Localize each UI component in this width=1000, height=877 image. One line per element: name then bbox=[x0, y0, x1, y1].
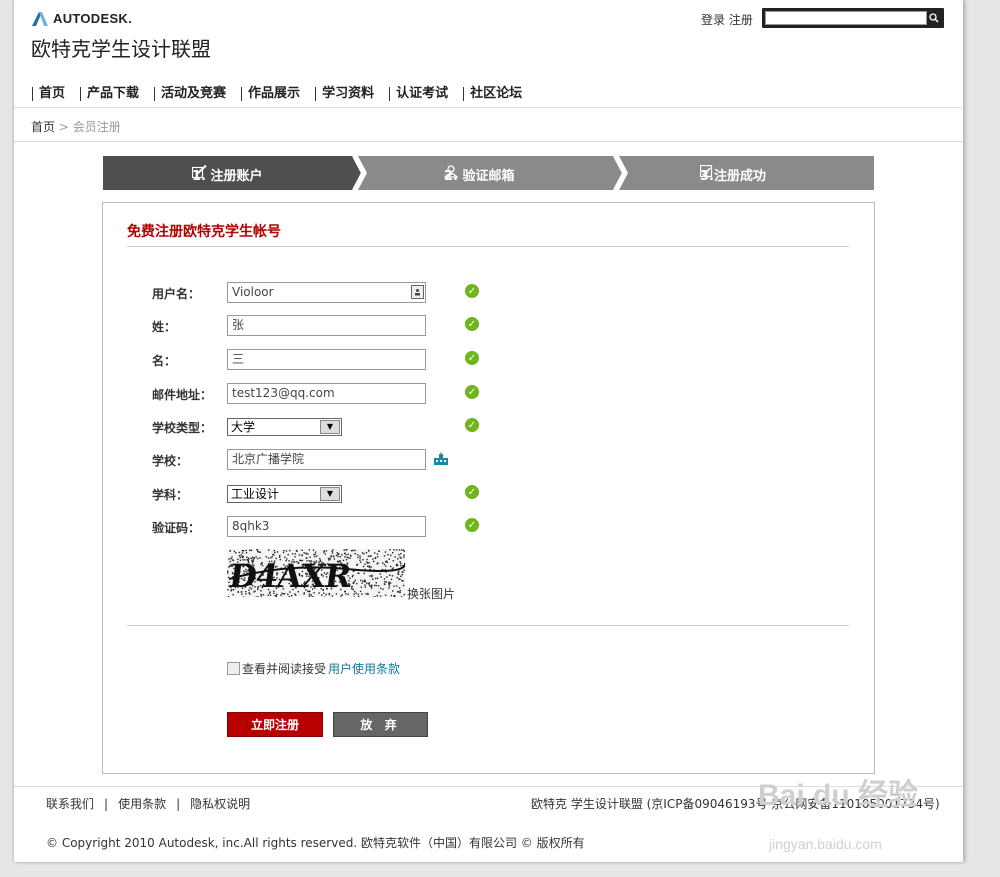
terms-agreement: 查看并阅读接受 用户使用条款 bbox=[227, 660, 400, 677]
school-type-value: 大学 bbox=[231, 420, 256, 434]
copyright: © Copyright 2010 Autodesk, inc.All right… bbox=[46, 836, 585, 850]
captcha-input[interactable] bbox=[227, 516, 426, 537]
surname-valid-icon: ✓ bbox=[465, 317, 479, 331]
search-button[interactable] bbox=[926, 11, 942, 25]
breadcrumb-divider bbox=[14, 141, 963, 142]
nav-divider bbox=[14, 107, 963, 108]
terms-link[interactable]: 用户使用条款 bbox=[328, 660, 400, 677]
footer-separator: | bbox=[176, 797, 181, 811]
username-input[interactable] bbox=[227, 282, 426, 303]
terms-checkbox[interactable] bbox=[227, 662, 240, 675]
cancel-button[interactable]: 放 弃 bbox=[333, 712, 428, 737]
brand-text: AUTODESK. bbox=[53, 11, 133, 26]
row-surname: 姓： ✓ bbox=[103, 315, 874, 337]
main-nav: 首页 产品下载 活动及竞赛 作品展示 学习资料 认证考试 社区论坛 bbox=[32, 87, 537, 101]
nav-item-downloads[interactable]: 产品下载 bbox=[80, 87, 154, 101]
breadcrumb-home[interactable]: 首页 bbox=[31, 120, 55, 134]
captcha-image: D4AXR bbox=[227, 549, 406, 599]
breadcrumb-current: 会员注册 bbox=[72, 120, 121, 134]
footer-separator: | bbox=[104, 797, 109, 811]
school-type-valid-icon: ✓ bbox=[465, 418, 479, 432]
given-name-input[interactable] bbox=[227, 349, 426, 370]
step-3: 3.注册成功 bbox=[700, 165, 766, 184]
captcha-label: 验证码： bbox=[152, 521, 201, 535]
registration-steps: 1. 注册账户 2. 验证邮箱 3.注册成功 bbox=[103, 156, 874, 190]
surname-label: 姓： bbox=[152, 320, 177, 334]
nav-item-showcase[interactable]: 作品展示 bbox=[241, 87, 315, 101]
breadcrumb: 首页 > 会员注册 bbox=[31, 118, 121, 135]
search-icon bbox=[929, 13, 939, 23]
footer-privacy-link[interactable]: 隐私权说明 bbox=[190, 797, 250, 811]
user-icon bbox=[444, 165, 458, 178]
step-2: 2. 验证邮箱 bbox=[444, 165, 515, 184]
page: AUTODESK. 欧特克学生设计联盟 登录 注册 首页 产品下载 活动及竞赛 … bbox=[14, 0, 963, 862]
register-submit-button[interactable]: 立即注册 bbox=[227, 712, 323, 737]
nav-item-certification[interactable]: 认证考试 bbox=[389, 87, 463, 101]
login-link[interactable]: 登录 bbox=[701, 13, 725, 27]
subject-valid-icon: ✓ bbox=[465, 485, 479, 499]
row-school: 学校： bbox=[103, 449, 874, 471]
subject-value: 工业设计 bbox=[231, 487, 280, 501]
contact-card-icon[interactable] bbox=[411, 285, 424, 299]
footer-contact-link[interactable]: 联系我们 bbox=[46, 797, 94, 811]
account-links: 登录 注册 bbox=[701, 11, 753, 28]
form-bottom-divider bbox=[127, 625, 849, 626]
nav-item-learning[interactable]: 学习资料 bbox=[315, 87, 389, 101]
row-subject: 学科： 工业设计 ▼ ✓ bbox=[103, 483, 874, 505]
dropdown-arrow-icon[interactable]: ▼ bbox=[320, 420, 340, 434]
school-type-label: 学校类型： bbox=[152, 421, 213, 435]
row-given-name: 名： ✓ bbox=[103, 349, 874, 371]
school-building-icon bbox=[434, 452, 448, 465]
given-name-valid-icon: ✓ bbox=[465, 351, 479, 365]
autodesk-a-icon bbox=[32, 11, 48, 26]
username-label: 用户名： bbox=[152, 287, 201, 301]
pencil-icon bbox=[192, 165, 207, 178]
nav-item-events[interactable]: 活动及竞赛 bbox=[154, 87, 241, 101]
register-link[interactable]: 注册 bbox=[729, 13, 753, 27]
form-title-divider bbox=[127, 246, 849, 247]
captcha-text: D4AXR bbox=[227, 557, 354, 595]
school-label: 学校： bbox=[152, 454, 189, 468]
baidu-watermark-url: jingyan.baidu.com bbox=[769, 836, 882, 852]
autodesk-logo[interactable]: AUTODESK. bbox=[32, 11, 132, 26]
captcha-noise: D4AXR bbox=[227, 549, 406, 599]
surname-input[interactable] bbox=[227, 315, 426, 336]
subject-select[interactable]: 工业设计 ▼ bbox=[227, 485, 342, 503]
nav-item-home[interactable]: 首页 bbox=[32, 87, 80, 101]
search-box bbox=[762, 8, 944, 28]
username-valid-icon: ✓ bbox=[465, 284, 479, 298]
registration-form: 免费注册欧特克学生帐号 用户名： ✓ 姓： ✓ 名： ✓ 邮件地址： ✓ 学校类 bbox=[102, 202, 875, 774]
email-input[interactable] bbox=[227, 383, 426, 404]
nav-item-forum[interactable]: 社区论坛 bbox=[463, 87, 537, 101]
email-valid-icon: ✓ bbox=[465, 385, 479, 399]
row-captcha: 验证码： ✓ bbox=[103, 516, 874, 538]
subject-label: 学科： bbox=[152, 488, 189, 502]
site-title: 欧特克学生设计联盟 bbox=[31, 37, 211, 61]
captcha-valid-icon: ✓ bbox=[465, 518, 479, 532]
form-title: 免费注册欧特克学生帐号 bbox=[127, 224, 281, 240]
baidu-watermark: Bai du 经验 bbox=[758, 779, 919, 812]
footer-terms-link[interactable]: 使用条款 bbox=[118, 797, 166, 811]
row-school-type: 学校类型： 大学 ▼ ✓ bbox=[103, 416, 874, 438]
checkbox-icon bbox=[700, 165, 713, 178]
row-email: 邮件地址： ✓ bbox=[103, 383, 874, 405]
row-username: 用户名： ✓ bbox=[103, 282, 874, 304]
email-label: 邮件地址： bbox=[152, 388, 213, 402]
step-1: 1. 注册账户 bbox=[192, 165, 263, 184]
breadcrumb-separator: > bbox=[55, 120, 73, 134]
school-type-select[interactable]: 大学 ▼ bbox=[227, 418, 342, 436]
given-name-label: 名： bbox=[152, 354, 177, 368]
school-picker-icon[interactable] bbox=[433, 452, 449, 469]
search-input[interactable] bbox=[765, 11, 927, 25]
school-input[interactable] bbox=[227, 449, 426, 470]
footer-links: 联系我们 | 使用条款 | 隐私权说明 bbox=[46, 795, 250, 812]
terms-text: 查看并阅读接受 bbox=[242, 662, 327, 676]
dropdown-arrow-icon[interactable]: ▼ bbox=[320, 487, 340, 501]
change-captcha-link[interactable]: 换张图片 bbox=[407, 585, 455, 602]
person-glyph-icon bbox=[415, 289, 420, 296]
